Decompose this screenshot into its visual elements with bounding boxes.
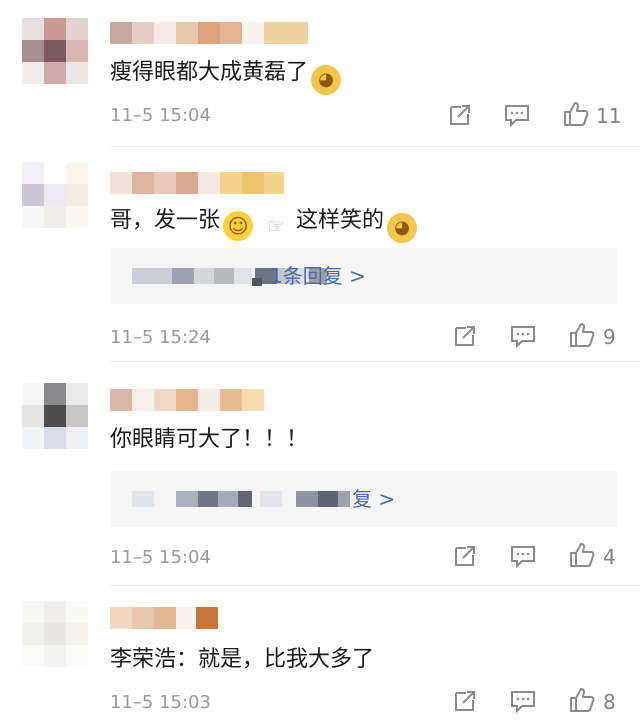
view-replies-link[interactable]: 复 > bbox=[352, 485, 395, 513]
comment-item: 瘦得眼都大成黄磊了 ◕ 11–5 15:04 11 bbox=[0, 0, 640, 150]
share-icon bbox=[455, 691, 475, 711]
like-button[interactable] bbox=[568, 541, 596, 569]
share-button[interactable] bbox=[452, 543, 478, 571]
comment-icon bbox=[511, 691, 535, 714]
thumbs-up-icon bbox=[570, 688, 595, 712]
like-count: 8 bbox=[603, 690, 616, 714]
thumbs-up-icon bbox=[570, 323, 595, 347]
comment-text: 你眼睛可大了！！！ bbox=[110, 427, 309, 452]
username[interactable] bbox=[110, 389, 265, 411]
like-button[interactable] bbox=[568, 686, 596, 714]
like-count: 9 bbox=[603, 325, 616, 349]
avatar[interactable] bbox=[22, 18, 88, 84]
avatar[interactable] bbox=[22, 383, 88, 449]
comment-text: 瘦得眼都大成黄磊了 ◕ bbox=[110, 58, 344, 95]
reply-preview[interactable]: 1条回复 > bbox=[110, 248, 618, 304]
share-icon bbox=[455, 546, 475, 566]
timestamp: 11–5 15:03 bbox=[110, 692, 211, 713]
doge-emoji-icon: ◕ bbox=[311, 65, 342, 95]
timestamp: 11–5 15:04 bbox=[110, 105, 211, 126]
divider bbox=[110, 585, 640, 586]
doge-emoji-icon: ◕ bbox=[387, 213, 418, 243]
comment-text-content: 这样笑的 bbox=[296, 208, 385, 233]
divider bbox=[110, 361, 640, 362]
like-count: 4 bbox=[603, 545, 616, 569]
comment-item: 哥，发一张 ☺ ☞ 这样笑的 ◕ 1条回复 > 11–5 15:24 9 bbox=[0, 150, 640, 365]
share-button[interactable] bbox=[452, 323, 478, 351]
view-replies-link[interactable]: 1条回复 > bbox=[270, 262, 366, 290]
share-button[interactable] bbox=[447, 102, 473, 130]
divider bbox=[110, 146, 640, 147]
share-button[interactable] bbox=[452, 688, 478, 716]
comment-text-content: 哥，发一张 bbox=[110, 208, 221, 233]
like-button[interactable] bbox=[562, 100, 590, 128]
like-count: 11 bbox=[596, 104, 622, 128]
username[interactable] bbox=[110, 607, 220, 629]
comment-icon bbox=[511, 546, 535, 569]
comment-text: 哥，发一张 ☺ ☞ 这样笑的 ◕ bbox=[110, 206, 420, 243]
comment-button[interactable] bbox=[509, 543, 537, 571]
username[interactable] bbox=[110, 22, 310, 44]
avatar[interactable] bbox=[22, 162, 88, 228]
comment-icon bbox=[505, 105, 529, 128]
comment-button[interactable] bbox=[503, 102, 531, 130]
comment-button[interactable] bbox=[509, 688, 537, 716]
comment-icon bbox=[511, 326, 535, 349]
username[interactable] bbox=[110, 172, 285, 194]
comment-text: 李荣浩：就是，比我大多了 bbox=[110, 647, 375, 672]
timestamp: 11–5 15:24 bbox=[110, 327, 211, 348]
comment-item: 你眼睛可大了！！！ 复 > 11–5 15:04 4 bbox=[0, 365, 640, 587]
share-icon bbox=[450, 105, 470, 125]
smile-emoji-icon: ☺ bbox=[223, 211, 254, 241]
reply-preview[interactable]: 复 > bbox=[110, 471, 618, 527]
comment-item: 李荣浩：就是，比我大多了 11–5 15:03 8 bbox=[0, 587, 640, 724]
avatar[interactable] bbox=[22, 601, 88, 667]
pointing-hand-emoji-icon: ☞ bbox=[267, 214, 285, 238]
comment-button[interactable] bbox=[509, 323, 537, 351]
thumbs-up-icon bbox=[564, 102, 589, 126]
timestamp: 11–5 15:04 bbox=[110, 547, 211, 568]
thumbs-up-icon bbox=[570, 543, 595, 567]
like-button[interactable] bbox=[568, 321, 596, 349]
share-icon bbox=[455, 326, 475, 346]
comment-text-content: 瘦得眼都大成黄磊了 bbox=[110, 60, 309, 85]
